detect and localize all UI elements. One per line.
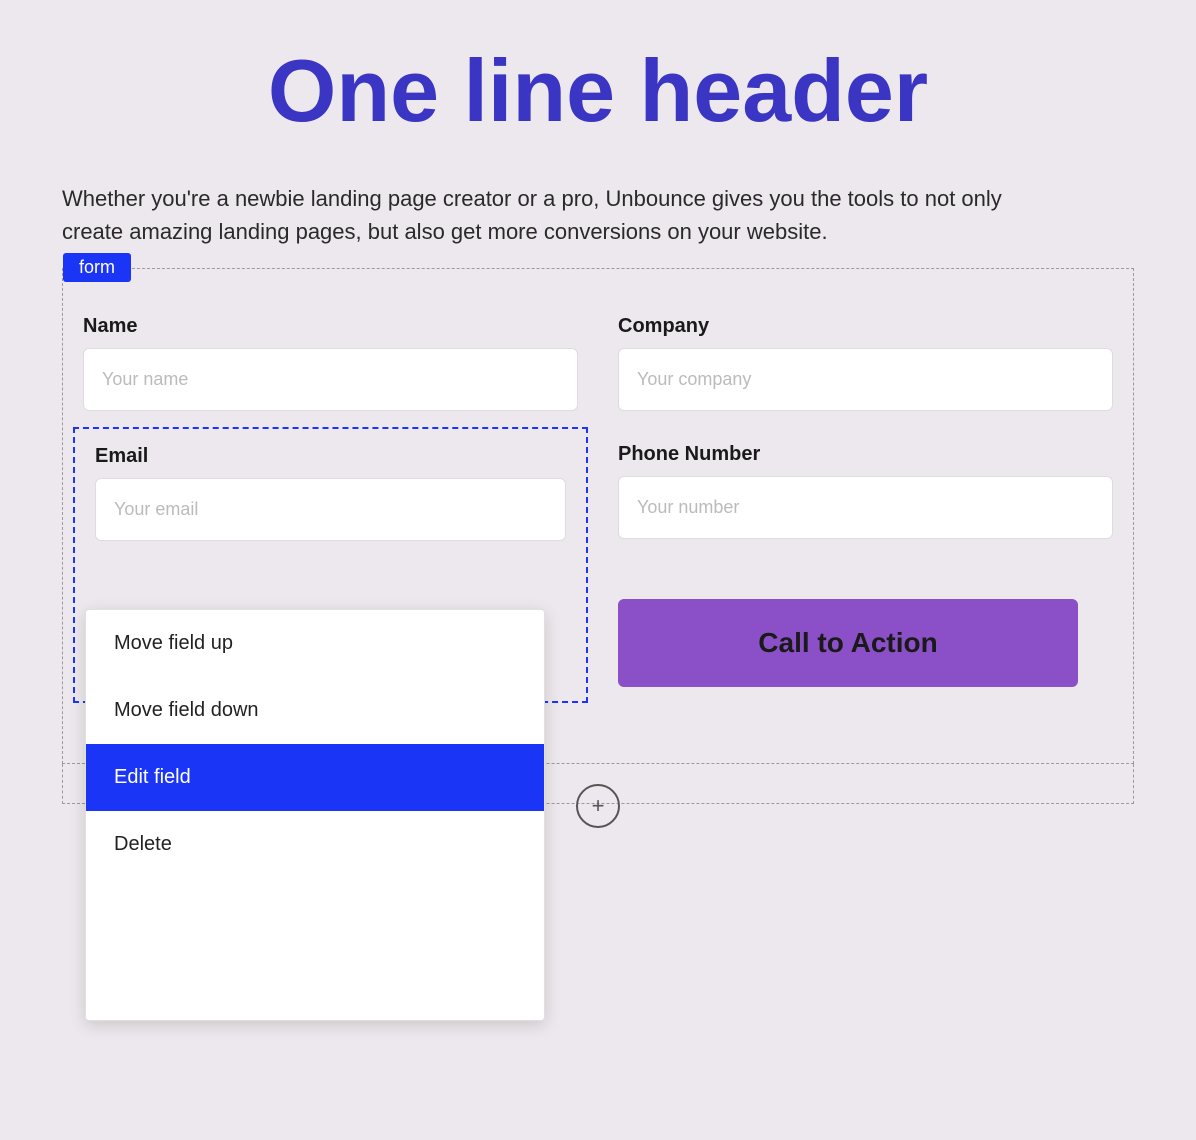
input-email[interactable]: Your email [95, 478, 566, 541]
cta-button[interactable]: Call to Action [618, 599, 1078, 687]
input-phone[interactable]: Your number [618, 476, 1113, 539]
input-company[interactable]: Your company [618, 348, 1113, 411]
label-email: Email [95, 445, 566, 468]
page-title: One line header [0, 30, 1196, 152]
dropdown-menu: Move field up Move field down Edit field… [85, 609, 545, 1021]
body-description: Whether you're a newbie landing page cre… [0, 152, 1100, 248]
field-group-phone: Phone Number Your number Call to Action [598, 427, 1133, 703]
dropdown-item-edit[interactable]: Edit field [86, 744, 544, 811]
placeholder-email: Your email [114, 499, 198, 519]
cta-container: Call to Action [618, 599, 1113, 687]
field-group-email: Email Your email Move field up Move fiel… [73, 427, 588, 703]
input-name[interactable]: Your name [83, 348, 578, 411]
field-group-company: Company Your company [598, 299, 1133, 427]
placeholder-name: Your name [102, 369, 188, 389]
form-grid: Name Your name Company Your company Emai… [63, 269, 1133, 703]
dropdown-item-move-down[interactable]: Move field down [86, 677, 544, 744]
dropdown-item-delete[interactable]: Delete [86, 811, 544, 878]
dropdown-item-move-up[interactable]: Move field up [86, 610, 544, 677]
label-phone: Phone Number [618, 443, 1113, 466]
placeholder-phone: Your number [637, 497, 739, 517]
label-company: Company [618, 315, 1113, 338]
add-field-button[interactable]: + [576, 784, 620, 828]
placeholder-company: Your company [637, 369, 751, 389]
form-tag[interactable]: form [63, 253, 131, 282]
label-name: Name [83, 315, 578, 338]
field-group-name: Name Your name [63, 299, 598, 427]
page-wrapper: One line header Whether you're a newbie … [0, 0, 1196, 1140]
form-section: form Name Your name Company Your company… [62, 268, 1134, 764]
